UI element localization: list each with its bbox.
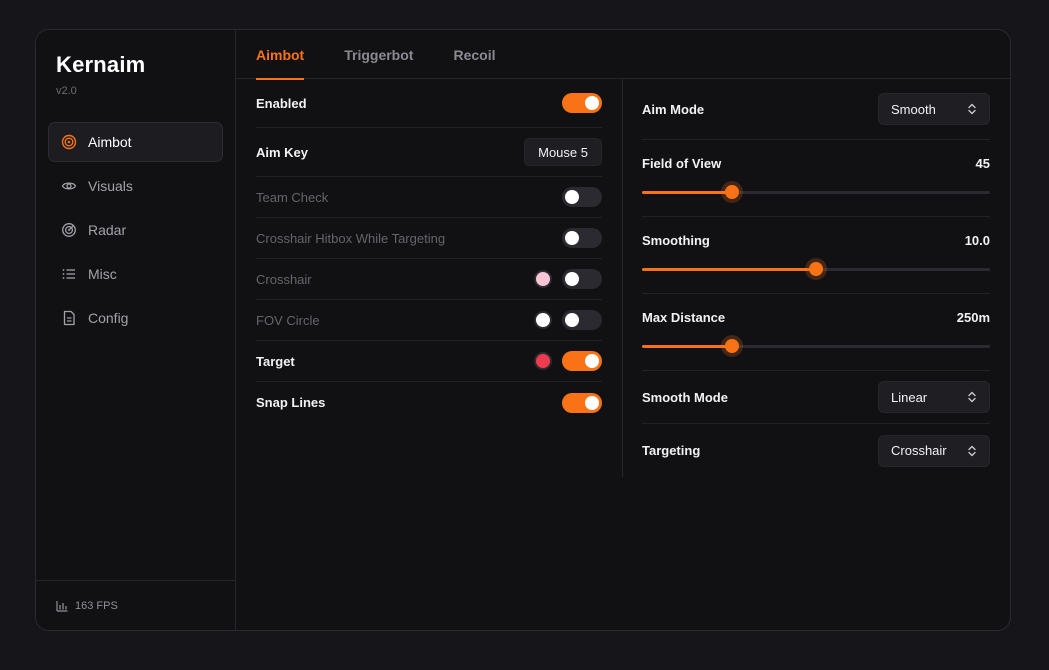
toggle-knob	[565, 190, 579, 204]
aim-key-button[interactable]: Mouse 5	[524, 138, 602, 166]
setting-aim-key: Aim Key Mouse 5	[256, 128, 602, 177]
slider-thumb[interactable]	[809, 262, 823, 276]
setting-label: Target	[256, 353, 295, 369]
toggle-knob	[585, 354, 599, 368]
select-value: Smooth	[891, 101, 936, 117]
fov-circle-color-swatch[interactable]	[534, 311, 552, 329]
setting-smooth-mode: Smooth Mode Linear	[642, 371, 990, 424]
setting-label: Snap Lines	[256, 395, 326, 410]
sidebar-item-misc[interactable]: Misc	[48, 254, 223, 294]
setting-aim-mode: Aim Mode Smooth	[642, 79, 990, 140]
setting-target: Target	[256, 341, 602, 382]
chevron-up-down-icon	[968, 445, 976, 456]
slider-thumb[interactable]	[725, 339, 740, 353]
chevron-up-down-icon	[968, 391, 976, 403]
smoothing-slider[interactable]	[642, 262, 990, 276]
app-name: Kernaim	[56, 52, 146, 77]
fov-circle-toggle[interactable]	[562, 310, 602, 330]
setting-fov-circle: FOV Circle	[256, 300, 602, 341]
setting-label: Team Check	[256, 189, 329, 205]
toggle-knob	[565, 231, 579, 245]
fps-counter: 163 FPS	[36, 580, 235, 630]
crosshair-color-swatch[interactable]	[534, 270, 552, 288]
chevron-up-down-icon	[968, 103, 976, 115]
aim-mode-select[interactable]: Smooth	[878, 93, 990, 125]
sidebar-item-label: Aimbot	[88, 134, 132, 150]
setting-targeting: Targeting Crosshair	[642, 424, 990, 477]
team-check-toggle[interactable]	[562, 187, 602, 207]
setting-label: Max Distance	[642, 310, 726, 325]
setting-crosshair: Crosshair	[256, 259, 602, 300]
setting-max-distance: Max Distance 250m	[642, 294, 990, 371]
tab-recoil[interactable]: Recoil	[453, 30, 495, 79]
app-version: v2.0	[56, 85, 77, 97]
fps-value: 163 FPS	[75, 599, 118, 612]
tab-bar: Aimbot Triggerbot Recoil	[236, 30, 1010, 80]
sidebar-item-label: Misc	[88, 266, 117, 282]
setting-label: Smoothing	[642, 233, 710, 248]
target-icon	[61, 134, 77, 150]
file-icon	[61, 310, 77, 326]
setting-label: Aim Mode	[642, 101, 705, 117]
crosshair-toggle[interactable]	[562, 269, 602, 289]
setting-label: Aim Key	[256, 144, 309, 160]
main-panel: Aimbot Triggerbot Recoil Enabled Aim Key…	[236, 30, 1010, 630]
enabled-toggle[interactable]	[562, 93, 602, 113]
slider-fill	[642, 345, 733, 348]
setting-label: Crosshair	[256, 271, 312, 287]
setting-value: 250m	[956, 310, 990, 325]
target-color-swatch[interactable]	[534, 352, 552, 370]
max-distance-slider[interactable]	[642, 339, 990, 353]
targeting-select[interactable]: Crosshair	[878, 434, 990, 467]
setting-value: 45	[975, 156, 990, 171]
setting-label: Smooth Mode	[642, 389, 728, 405]
sidebar-item-label: Visuals	[88, 178, 133, 194]
bar-chart-icon	[56, 600, 68, 612]
toggle-knob	[565, 272, 579, 286]
crosshair-hitbox-toggle[interactable]	[562, 228, 602, 248]
sidebar-item-label: Radar	[88, 222, 127, 238]
value-settings-column: Aim Mode Smooth Field of View 45 Smoothi…	[642, 79, 990, 477]
setting-label: Crosshair Hitbox While Targeting	[256, 230, 446, 246]
list-icon	[61, 266, 77, 282]
sidebar: Kernaim v2.0 Aimbot Visuals Radar Misc C…	[36, 30, 236, 630]
radar-icon	[61, 222, 77, 238]
tab-triggerbot[interactable]: Triggerbot	[344, 30, 413, 79]
smooth-mode-select[interactable]: Linear	[878, 381, 990, 413]
setting-enabled: Enabled	[256, 79, 602, 128]
toggle-knob	[565, 313, 579, 327]
setting-team-check: Team Check	[256, 177, 602, 218]
app-window: Kernaim v2.0 Aimbot Visuals Radar Misc C…	[35, 29, 1011, 631]
sidebar-item-config[interactable]: Config	[48, 298, 223, 338]
toggle-knob	[585, 395, 599, 410]
setting-value: 10.0	[964, 233, 990, 248]
toggle-settings-column: Enabled Aim Key Mouse 5 Team Check Cross…	[256, 79, 602, 423]
setting-label: FOV Circle	[256, 312, 320, 328]
setting-field-of-view: Field of View 45	[642, 140, 990, 217]
slider-thumb[interactable]	[725, 185, 740, 199]
select-value: Linear	[891, 389, 928, 405]
column-divider	[622, 79, 623, 477]
setting-snap-lines: Snap Lines	[256, 382, 602, 423]
sidebar-item-label: Config	[88, 310, 129, 326]
sidebar-item-visuals[interactable]: Visuals	[48, 166, 223, 206]
slider-fill	[642, 268, 816, 271]
slider-fill	[642, 191, 733, 194]
target-toggle[interactable]	[562, 351, 602, 371]
fov-slider[interactable]	[642, 185, 990, 199]
setting-label: Targeting	[642, 443, 701, 458]
toggle-knob	[585, 96, 599, 110]
setting-smoothing: Smoothing 10.0	[642, 217, 990, 294]
setting-label: Field of View	[642, 156, 722, 171]
setting-label: Enabled	[256, 95, 307, 111]
sidebar-item-radar[interactable]: Radar	[48, 210, 223, 250]
setting-crosshair-hitbox: Crosshair Hitbox While Targeting	[256, 218, 602, 259]
eye-icon	[61, 178, 77, 194]
sidebar-item-aimbot[interactable]: Aimbot	[48, 122, 223, 162]
snap-lines-toggle[interactable]	[562, 392, 602, 413]
select-value: Crosshair	[891, 443, 947, 458]
tab-aimbot[interactable]: Aimbot	[256, 30, 305, 80]
sidebar-nav: Aimbot Visuals Radar Misc Config	[48, 122, 223, 342]
